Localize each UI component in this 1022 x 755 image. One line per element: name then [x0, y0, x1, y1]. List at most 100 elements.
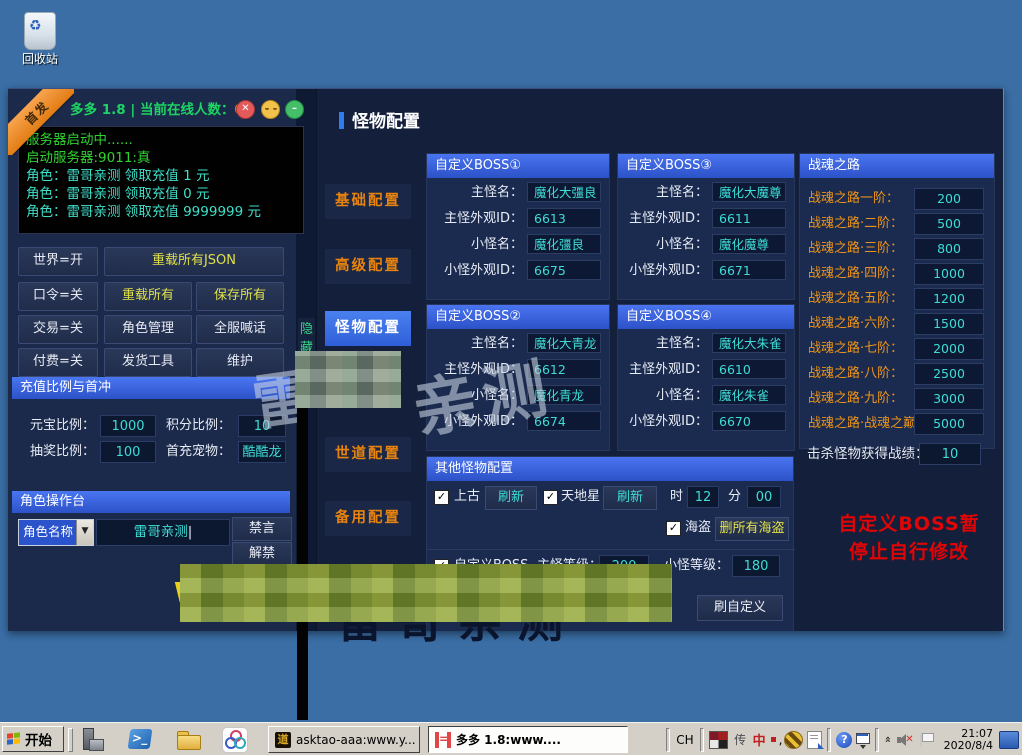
recycle-bin-label: 回收站: [4, 50, 76, 67]
tray-clock[interactable]: 21:07 2020/8/4: [944, 728, 993, 752]
collapse-tray-chevron-icon[interactable]: »: [882, 736, 895, 743]
close-button[interactable]: ✕: [236, 100, 255, 119]
soul-road-field[interactable]: 5000: [914, 413, 984, 435]
broadcast-button[interactable]: 全服喊话: [196, 315, 284, 344]
role-management-button[interactable]: 角色管理: [104, 315, 192, 344]
minion-name-field[interactable]: 魔化朱雀: [712, 385, 786, 405]
tab-advanced-config[interactable]: 高级配置: [325, 249, 411, 284]
soul-road-field[interactable]: 2500: [914, 363, 984, 385]
ime-icon[interactable]: [709, 731, 728, 749]
main-monster-id-field[interactable]: 6610: [712, 359, 786, 379]
minion-id-field[interactable]: 6670: [712, 411, 786, 431]
quicklaunch-powershell-icon[interactable]: >_: [128, 727, 153, 752]
soul-road-label: 战魂之路一阶：: [808, 188, 899, 209]
main-monster-name-field[interactable]: 魔化大彊良: [527, 182, 601, 202]
minion-level-field[interactable]: 180: [732, 555, 780, 577]
blur-mosaic-bar: [180, 564, 672, 622]
speaker-muted-icon[interactable]: ✕: [896, 732, 914, 748]
tab-monster-config[interactable]: 怪物配置: [325, 311, 411, 346]
soul-road-field[interactable]: 200: [914, 188, 984, 210]
delete-pirates-button[interactable]: 删所有海盗: [715, 517, 789, 541]
first-pet-field[interactable]: 酷酷龙: [238, 441, 286, 463]
pay-toggle-button[interactable]: 付费=关: [18, 348, 98, 377]
page-title: 怪物配置: [339, 107, 420, 132]
help-icon[interactable]: ?: [836, 732, 852, 748]
soul-road-field[interactable]: 800: [914, 238, 984, 260]
minion-id-field[interactable]: 6675: [527, 260, 601, 280]
main-monster-name-field[interactable]: 魔化大魔尊: [712, 182, 786, 202]
mute-button[interactable]: 禁言: [232, 517, 292, 541]
minimize-button[interactable]: –: [285, 100, 304, 119]
chevron-down-icon[interactable]: ▼: [76, 520, 93, 545]
trade-toggle-button[interactable]: 交易=关: [18, 315, 98, 344]
ancient-checkbox[interactable]: ✓: [434, 490, 449, 505]
system-tray: CH 传 中 , ? »: [663, 726, 1022, 753]
boss-panel-title: 自定义BOSS③: [618, 154, 794, 178]
notice-line-1: 自定义BOSS暂: [809, 509, 1009, 536]
pirate-checkbox[interactable]: ✓: [666, 521, 681, 536]
main-monster-id-field[interactable]: 6613: [527, 208, 601, 228]
soul-road-field[interactable]: 2000: [914, 338, 984, 360]
soul-road-field[interactable]: 500: [914, 213, 984, 235]
ime-skin-icon[interactable]: 传: [732, 732, 749, 748]
tab-backup-config[interactable]: 备用配置: [325, 501, 411, 536]
minion-name-field[interactable]: 魔化魔尊: [712, 234, 786, 254]
taskbar-item-label: asktao-aaa:www.y...: [296, 733, 416, 747]
command-toggle-button[interactable]: 口令=关: [18, 282, 98, 311]
world-toggle-button[interactable]: 世界=开: [18, 247, 98, 276]
recycle-symbol-icon: ♻: [29, 18, 42, 34]
refresh-ancient-button[interactable]: 刷新: [485, 486, 537, 510]
reload-all-json-button[interactable]: 重载所有JSON: [104, 247, 284, 276]
field-label: 小怪名：: [656, 385, 708, 407]
soul-road-field[interactable]: 1000: [914, 263, 984, 285]
save-all-button[interactable]: 保存所有: [196, 282, 284, 311]
soul-road-label: 战魂之路·二阶：: [808, 213, 903, 234]
toolbar-grip[interactable]: [68, 728, 73, 752]
skystar-label: 天地星: [561, 486, 600, 508]
tab-basic-config[interactable]: 基础配置: [325, 184, 411, 219]
shipping-tool-button[interactable]: 发货工具: [104, 348, 192, 377]
role-name-dropdown[interactable]: 角色名称 ▼: [18, 519, 94, 546]
yuanbao-ratio-field[interactable]: 1000: [100, 415, 156, 437]
tray-divider: [875, 728, 879, 752]
soul-road-field[interactable]: 1500: [914, 313, 984, 335]
lottery-ratio-field[interactable]: 100: [100, 441, 156, 463]
refresh-custom-button[interactable]: 刷自定义: [697, 595, 783, 621]
field-label: 主怪名：: [656, 182, 708, 204]
minion-name-field[interactable]: 魔化彊良: [527, 234, 601, 254]
recycle-bin[interactable]: ♻ 回收站: [4, 2, 76, 68]
refresh-skystar-button[interactable]: 刷新: [603, 486, 657, 510]
show-desktop-icon[interactable]: [999, 731, 1019, 749]
quicklaunch-folder-icon[interactable]: [176, 727, 201, 752]
main-monster-id-field[interactable]: 6611: [712, 208, 786, 228]
flag-icon[interactable]: [918, 732, 934, 748]
tab-world-config[interactable]: 世道配置: [325, 437, 411, 472]
minute-field[interactable]: 00: [747, 486, 781, 508]
taskbar-item-duoduo[interactable]: = 多多 1.8:www....: [428, 726, 628, 753]
boss-panel-title: 自定义BOSS④: [618, 305, 794, 329]
clock-date: 2020/8/4: [944, 739, 993, 752]
divider: [427, 549, 795, 550]
soul-road-field[interactable]: 3000: [914, 388, 984, 410]
hour-field[interactable]: 12: [687, 486, 719, 508]
unmute-button[interactable]: 解禁: [232, 542, 292, 566]
kill-score-field[interactable]: 10: [919, 443, 981, 465]
role-name-input[interactable]: 雷哥亲测|: [96, 519, 230, 546]
soul-road-field[interactable]: 1200: [914, 288, 984, 310]
language-indicator[interactable]: CH: [676, 733, 693, 747]
role-name-value: 雷哥亲测: [134, 524, 188, 540]
tool-icon[interactable]: [784, 731, 803, 749]
quicklaunch-app-circles-icon[interactable]: [222, 727, 247, 752]
dot-icon[interactable]: [771, 737, 776, 742]
main-monster-name-field[interactable]: 魔化大朱雀: [712, 333, 786, 353]
reload-all-button[interactable]: 重载所有: [104, 282, 192, 311]
minion-id-field[interactable]: 6671: [712, 260, 786, 280]
start-button[interactable]: 开始: [2, 726, 64, 752]
restore-window-icon[interactable]: [856, 732, 870, 748]
taskbar-item-asktao[interactable]: 道 asktao-aaa:www.y...: [268, 726, 420, 753]
hide-window-button[interactable]: [261, 100, 280, 119]
skystar-checkbox[interactable]: ✓: [543, 490, 558, 505]
quicklaunch-server-tool-icon[interactable]: [80, 727, 105, 752]
document-edit-icon[interactable]: [807, 731, 822, 749]
chinese-mode-icon[interactable]: 中: [753, 730, 766, 749]
